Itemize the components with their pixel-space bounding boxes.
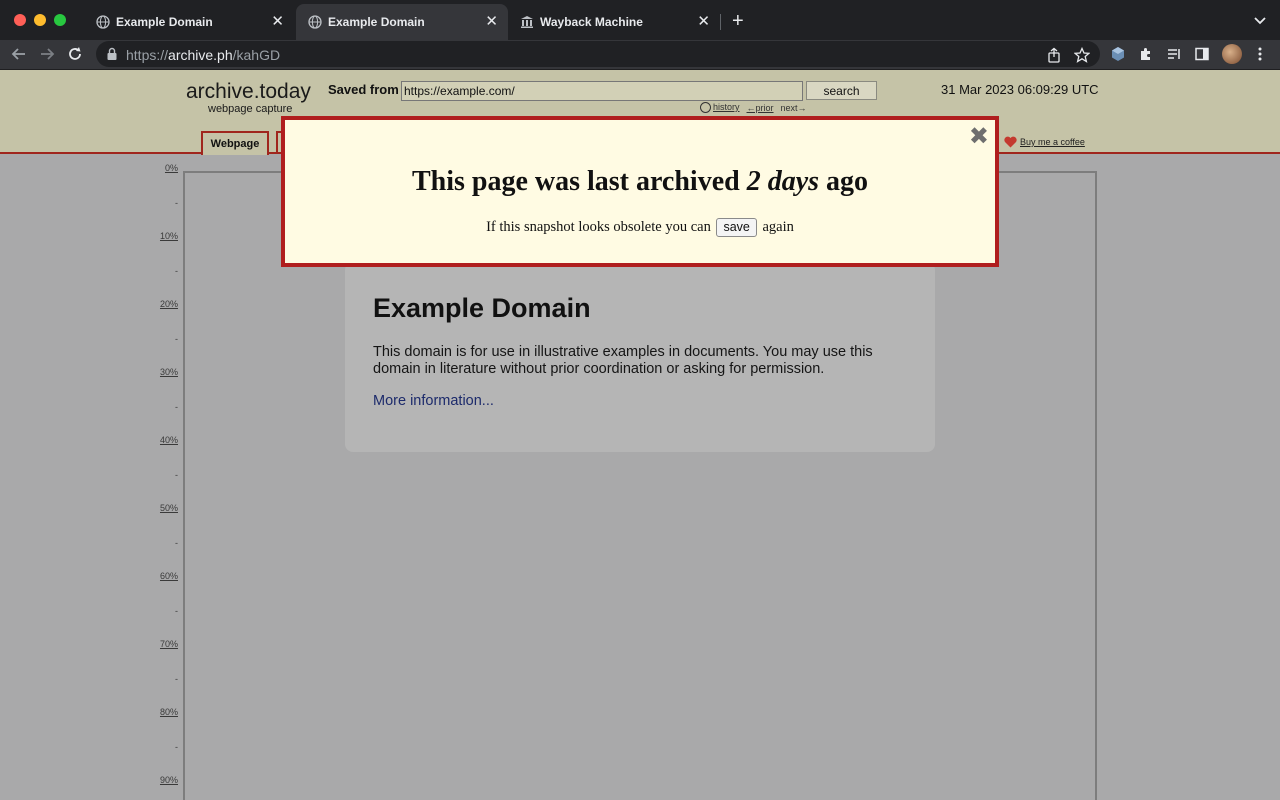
tab-close-icon[interactable]: ✕ xyxy=(485,12,498,30)
window-zoom-button[interactable] xyxy=(54,14,66,26)
ruler-tick[interactable]: 60% xyxy=(160,571,178,581)
browser-tab-1[interactable]: Example Domain ✕ xyxy=(84,4,294,40)
reload-icon[interactable] xyxy=(66,45,84,63)
ruler-tick[interactable]: 0% xyxy=(165,163,178,173)
next-label: next→ xyxy=(780,102,807,113)
browser-tab-strip: Example Domain ✕ Example Domain ✕ Waybac… xyxy=(0,0,1280,40)
tab-separator xyxy=(720,14,721,30)
ruler-tick[interactable]: 50% xyxy=(160,503,178,513)
ruler-tick: - xyxy=(175,470,178,480)
ruler-tick[interactable]: 10% xyxy=(160,231,178,241)
globe-icon xyxy=(96,15,110,29)
kebab-menu-icon[interactable] xyxy=(1252,46,1268,62)
more-information-link[interactable]: More information... xyxy=(373,393,494,409)
side-panel-icon[interactable] xyxy=(1194,46,1210,62)
history-nav: history ←prior next→ xyxy=(700,102,807,114)
back-arrow-icon[interactable] xyxy=(10,45,28,63)
bookmark-star-icon[interactable] xyxy=(1074,47,1090,63)
browser-toolbar: https://archive.ph/kahGD xyxy=(0,40,1280,70)
close-icon[interactable]: ✖ xyxy=(969,122,989,150)
forward-arrow-icon[interactable] xyxy=(38,45,56,63)
share-icon[interactable] xyxy=(1046,47,1062,63)
heart-icon xyxy=(1004,136,1017,148)
archive-logo-subtitle: webpage capture xyxy=(208,103,293,115)
ruler-tick[interactable]: 70% xyxy=(160,639,178,649)
source-url-input[interactable] xyxy=(401,81,803,101)
browser-tab-3[interactable]: Wayback Machine ✕ xyxy=(508,4,720,40)
example-domain-card: Example Domain This domain is for use in… xyxy=(345,262,935,452)
save-button[interactable]: save xyxy=(716,218,757,237)
last-archived-modal: ✖ This page was last archived 2 days ago… xyxy=(281,116,999,267)
scroll-ruler: 0% - 10% - 20% - 30% - 40% - 50% - 60% -… xyxy=(140,154,180,800)
ruler-tick: - xyxy=(175,198,178,208)
buy-coffee[interactable]: Buy me a coffee xyxy=(1004,136,1085,148)
ruler-tick: - xyxy=(175,742,178,752)
ruler-tick: - xyxy=(175,402,178,412)
browser-tab-2[interactable]: Example Domain ✕ xyxy=(296,4,508,40)
clock-icon xyxy=(700,102,711,114)
saved-from-label: Saved from xyxy=(328,82,399,97)
ruler-tick: - xyxy=(175,334,178,344)
media-queue-icon[interactable] xyxy=(1166,46,1182,62)
profile-avatar[interactable] xyxy=(1222,44,1242,64)
tab-title: Example Domain xyxy=(328,15,425,29)
address-bar[interactable]: https://archive.ph/kahGD xyxy=(96,41,1100,67)
ruler-tick: - xyxy=(175,606,178,616)
buy-coffee-link[interactable]: Buy me a coffee xyxy=(1020,137,1085,147)
ruler-tick[interactable]: 90% xyxy=(160,775,178,785)
chevron-down-icon[interactable] xyxy=(1252,12,1268,28)
tab-title: Example Domain xyxy=(116,15,213,29)
ruler-tick[interactable]: 20% xyxy=(160,299,178,309)
prior-link[interactable]: ←prior xyxy=(747,103,774,113)
tab-webpage[interactable]: Webpage xyxy=(201,131,269,155)
tab-title: Wayback Machine xyxy=(540,15,643,29)
ruler-tick[interactable]: 40% xyxy=(160,435,178,445)
window-close-button[interactable] xyxy=(14,14,26,26)
ruler-tick: - xyxy=(175,266,178,276)
window-minimize-button[interactable] xyxy=(34,14,46,26)
globe-icon xyxy=(308,15,322,29)
ruler-tick: - xyxy=(175,674,178,684)
history-link[interactable]: history xyxy=(713,102,740,112)
extension-cube-icon[interactable] xyxy=(1110,46,1126,62)
ruler-tick[interactable]: 80% xyxy=(160,707,178,717)
museum-icon xyxy=(521,16,533,28)
page-heading: Example Domain xyxy=(373,293,591,323)
ruler-tick[interactable]: 30% xyxy=(160,367,178,377)
modal-title: This page was last archived 2 days ago xyxy=(411,166,869,197)
new-tab-icon[interactable]: + xyxy=(732,10,744,33)
address-url: https://archive.ph/kahGD xyxy=(126,47,281,63)
puzzle-icon[interactable] xyxy=(1138,46,1154,62)
modal-message: If this snapshot looks obsolete you can … xyxy=(285,218,995,237)
archive-date: 31 Mar 2023 06:09:29 UTC xyxy=(941,82,1099,97)
ruler-tick: - xyxy=(175,538,178,548)
lock-icon[interactable] xyxy=(106,47,118,61)
archive-logo[interactable]: archive.today xyxy=(186,80,311,104)
page-body: This domain is for use in illustrative e… xyxy=(373,344,873,377)
search-button[interactable]: search xyxy=(806,81,877,100)
tab-close-icon[interactable]: ✕ xyxy=(697,12,710,30)
tab-close-icon[interactable]: ✕ xyxy=(271,12,284,30)
